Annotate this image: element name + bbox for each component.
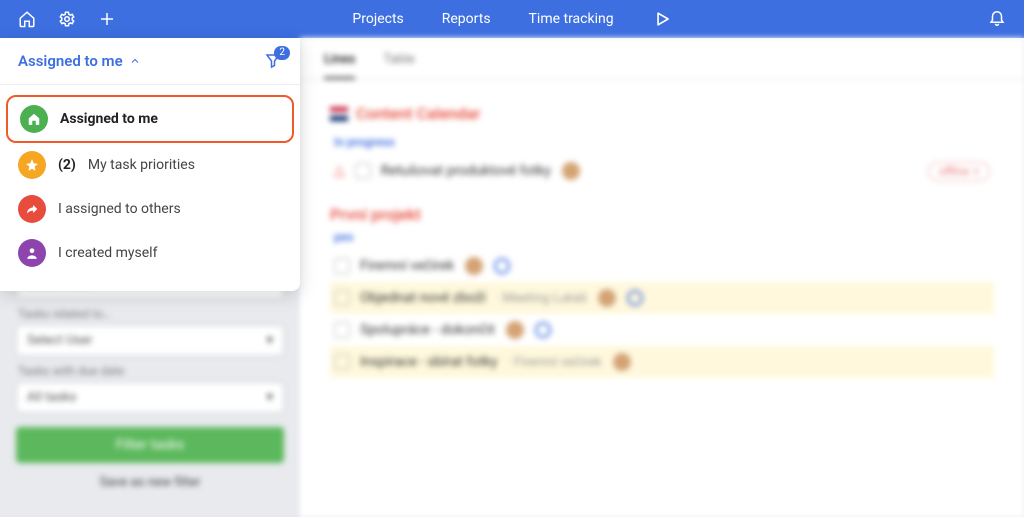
- task-title: Objednat nové zboží: [360, 290, 486, 306]
- plus-icon[interactable]: [98, 10, 116, 28]
- play-icon[interactable]: [652, 9, 672, 29]
- dropdown-trigger-label: Assigned to me: [18, 52, 123, 70]
- task-subtitle: · Firemní večírek: [508, 355, 602, 370]
- task-checkbox[interactable]: [334, 322, 350, 338]
- menu-item-label: I assigned to others: [58, 201, 181, 217]
- home-icon[interactable]: [18, 10, 36, 28]
- main-content: Lines Table Content Calendar In progress…: [300, 38, 1024, 517]
- flag-icon: [330, 107, 348, 121]
- avatar: [464, 256, 484, 276]
- top-bar: Projects Reports Time tracking: [0, 0, 1024, 38]
- bell-icon[interactable]: [988, 8, 1006, 26]
- task-title: Firemní večírek: [360, 258, 454, 274]
- task-row[interactable]: Inspirace - sbírat fotky · Firemní večír…: [330, 346, 994, 378]
- avatar: [505, 320, 525, 340]
- share-icon: [18, 195, 46, 223]
- warning-icon: △: [334, 163, 345, 179]
- gear-icon[interactable]: [58, 10, 76, 28]
- task-title: Spolupráce - dokončit: [360, 322, 495, 338]
- avatar: [561, 161, 581, 181]
- task-checkbox[interactable]: [334, 258, 350, 274]
- chevron-up-icon: [129, 55, 141, 67]
- section-pes: pes: [334, 230, 990, 244]
- menu-item-star[interactable]: (2) My task priorities: [6, 143, 294, 187]
- home-icon: [20, 105, 48, 133]
- menu-item-user[interactable]: I created myself: [6, 231, 294, 275]
- task-checkbox[interactable]: [334, 290, 350, 306]
- nav-time-tracking[interactable]: Time tracking: [529, 11, 614, 27]
- menu-item-label: My task priorities: [88, 157, 195, 173]
- task-checkbox[interactable]: [355, 163, 371, 179]
- top-nav: Projects Reports Time tracking: [352, 9, 671, 29]
- tab-table[interactable]: Table: [383, 52, 414, 79]
- sidebar: Select User▾ Tasks related to… Select Us…: [0, 38, 300, 517]
- filter-badge: 2: [274, 46, 290, 60]
- dropdown-trigger[interactable]: Assigned to me: [18, 52, 141, 70]
- menu-item-count: (2): [58, 157, 76, 173]
- star-icon: [18, 151, 46, 179]
- menu-item-share[interactable]: I assigned to others: [6, 187, 294, 231]
- task-row[interactable]: Objednat nové zboží · Meeting Lukáš: [330, 282, 994, 314]
- progress-ring-icon: [494, 258, 510, 274]
- tab-lines[interactable]: Lines: [324, 52, 355, 79]
- progress-ring-icon: [627, 290, 643, 306]
- user-icon: [18, 239, 46, 267]
- label-due-date: Tasks with due date: [18, 364, 282, 378]
- project-title-1[interactable]: Content Calendar: [330, 104, 994, 123]
- menu-item-home[interactable]: Assigned to me: [6, 95, 294, 143]
- section-in-progress: In progress: [334, 135, 990, 149]
- project-title-2[interactable]: První projekt: [330, 205, 994, 224]
- nav-projects[interactable]: Projects: [352, 11, 403, 27]
- task-title: Retušovat produktové fotky: [381, 163, 551, 179]
- menu-item-label: Assigned to me: [60, 111, 158, 127]
- progress-ring-icon: [535, 322, 551, 338]
- task-row[interactable]: Firemní večírek: [330, 250, 994, 282]
- avatar: [597, 288, 617, 308]
- avatar: [612, 352, 632, 372]
- filter-icon[interactable]: 2: [264, 52, 282, 70]
- save-filter-button[interactable]: Save as new filter: [0, 469, 300, 496]
- assigned-dropdown: Assigned to me 2 Assigned to me (2) My ta…: [0, 38, 300, 291]
- task-checkbox[interactable]: [334, 354, 350, 370]
- task-row[interactable]: △ Retušovat produktové fotky offline×: [330, 155, 994, 187]
- status-offline: offline×: [928, 162, 990, 181]
- filter-tasks-button[interactable]: Filter tasks: [16, 427, 284, 463]
- select-all-tasks[interactable]: All tasks▾: [16, 382, 284, 413]
- task-title: Inspirace - sbírat fotky: [360, 354, 498, 370]
- task-row[interactable]: Spolupráce - dokončit: [330, 314, 994, 346]
- task-subtitle: · Meeting Lukáš: [496, 291, 587, 306]
- label-tasks-related: Tasks related to…: [18, 307, 282, 321]
- nav-reports[interactable]: Reports: [442, 11, 491, 27]
- select-user-2[interactable]: Select User▾: [16, 325, 284, 356]
- menu-item-label: I created myself: [58, 245, 157, 261]
